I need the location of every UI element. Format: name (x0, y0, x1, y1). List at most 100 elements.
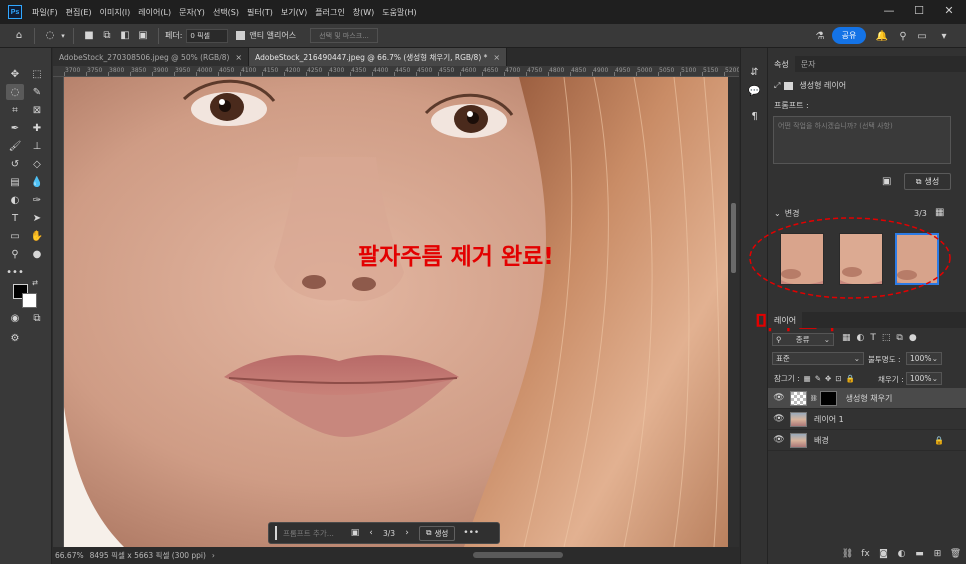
lasso-tool-icon[interactable]: ◌ (41, 27, 59, 45)
menu-window[interactable]: 창(W) (349, 7, 379, 18)
visibility-eye-icon[interactable]: 👁 (768, 435, 790, 445)
ruler-horizontal[interactable]: 3700 3750 3800 3850 3900 3950 4000 4050 4100 4150… (53, 66, 739, 77)
fill-input[interactable]: 100% ⌄ (906, 372, 942, 385)
minimize-icon[interactable]: — (874, 0, 904, 20)
new-layer-icon[interactable]: ⊞ (930, 547, 945, 562)
tab-document-2[interactable]: AdobeStock_216490447.jpeg @ 66.7% (생성형 채… (249, 48, 508, 66)
filter-pixel-icon[interactable]: ▦ (842, 333, 851, 343)
more-options-icon[interactable]: ••• (463, 525, 479, 541)
ellipse-tool-icon[interactable]: ● (28, 246, 46, 262)
delete-layer-icon[interactable]: 🗑 (948, 547, 963, 562)
lock-position-icon[interactable]: ✥ (825, 374, 831, 383)
swap-colors-icon[interactable]: ⇄ (30, 278, 40, 288)
visibility-eye-icon[interactable]: 👁 (768, 393, 790, 403)
blend-mode-select[interactable]: 표준 ⌄ (772, 352, 864, 365)
zoom-level[interactable]: 66.67% (55, 551, 84, 560)
lasso-tool-icon[interactable]: ◌ (6, 84, 24, 100)
dodge-tool-icon[interactable]: ◐ (6, 192, 24, 208)
shape-tool-icon[interactable]: ▭ (6, 228, 24, 244)
adjustments-icon[interactable]: ⇵ (746, 64, 763, 81)
blur-tool-icon[interactable]: 💧 (28, 174, 46, 190)
opacity-input[interactable]: 100% ⌄ (906, 352, 942, 365)
chevron-down-icon[interactable]: ▾ (936, 27, 952, 45)
filter-toggle-icon[interactable]: ● (909, 333, 917, 343)
edit-toolbar-icon[interactable]: ⚙ (6, 330, 24, 346)
gradient-tool-icon[interactable]: ▤ (6, 174, 24, 190)
share-button[interactable]: 공유 (832, 27, 866, 44)
filter-adjustment-icon[interactable]: ◐ (857, 333, 865, 343)
history-brush-tool-icon[interactable]: ↺ (6, 156, 24, 172)
menu-view[interactable]: 보기(V) (277, 7, 311, 18)
visibility-eye-icon[interactable]: 👁 (768, 414, 790, 424)
menu-select[interactable]: 선택(S) (209, 7, 243, 18)
healing-brush-tool-icon[interactable]: ✚ (28, 120, 46, 136)
tab-document-1[interactable]: AdobeStock_270308506.jpeg @ 50% (RGB/8) … (53, 48, 250, 66)
tab-properties[interactable]: 속성 (768, 56, 795, 72)
link-icon[interactable]: ⛓ (810, 395, 818, 402)
chevron-right-icon[interactable]: › (399, 525, 415, 541)
type-tool-icon[interactable]: T (6, 210, 24, 226)
quick-select-tool-icon[interactable]: ✎ (28, 84, 46, 100)
brush-tool-icon[interactable]: 🖌 (6, 138, 24, 154)
menu-image[interactable]: 이미지(I) (96, 7, 135, 18)
eyedropper-tool-icon[interactable]: ✒ (6, 120, 24, 136)
pen-tool-icon[interactable]: ✑ (28, 192, 46, 208)
horizontal-scroll-thumb[interactable] (473, 552, 563, 558)
chevron-right-icon[interactable]: › (212, 551, 215, 560)
select-and-mask-button[interactable]: 선택 및 마스크... (310, 28, 378, 43)
search-icon[interactable]: ⚲ (895, 27, 911, 45)
layer-row-background[interactable]: 👁 배경 🔒 (768, 430, 966, 451)
filter-shape-icon[interactable]: ⬚ (882, 333, 891, 343)
menu-layer[interactable]: 레이어(L) (134, 7, 175, 18)
chevron-left-icon[interactable]: ‹ (363, 525, 379, 541)
filter-smart-object-icon[interactable]: ⧉ (896, 333, 902, 343)
ruler-vertical[interactable] (53, 77, 64, 547)
subtract-selection-icon[interactable]: ◧ (116, 27, 134, 45)
feather-input[interactable]: 0 픽셀 (186, 28, 229, 43)
link-layers-icon[interactable]: ⛓ (840, 547, 855, 562)
tab-character[interactable]: 문자 (795, 56, 822, 72)
close-window-icon[interactable]: ✕ (934, 0, 964, 20)
intersect-selection-icon[interactable]: ▣ (134, 27, 152, 45)
add-selection-icon[interactable]: ⧉ (98, 27, 116, 45)
workspace-icon[interactable]: ▭ (914, 27, 930, 45)
prompt-textarea[interactable]: 어떤 작업을 하시겠습니까? (선택 사항) (773, 116, 951, 164)
close-icon[interactable]: × (235, 53, 242, 62)
menu-help[interactable]: 도움말(H) (378, 7, 420, 18)
layer-row-layer-1[interactable]: 👁 레이어 1 (768, 409, 966, 430)
new-group-icon[interactable]: ▬ (912, 547, 927, 562)
frame-tool-icon[interactable]: ⊠ (28, 102, 46, 118)
flask-icon[interactable]: ⚗ (812, 27, 828, 45)
marquee-tool-icon[interactable]: ⬚ (28, 66, 46, 82)
prompt-input[interactable]: 프롬프트 추가... (275, 526, 347, 540)
menu-filter[interactable]: 필터(T) (243, 7, 277, 18)
maximize-icon[interactable]: ☐ (904, 0, 934, 20)
lock-transparent-icon[interactable]: ▦ (804, 374, 811, 383)
tab-layers[interactable]: 레이어 (768, 312, 803, 328)
paragraph-icon[interactable]: ¶ (746, 108, 763, 125)
quick-mask-icon[interactable]: ◉ (6, 310, 24, 326)
filter-type-icon[interactable]: T (870, 333, 876, 343)
menu-file[interactable]: 파일(F) (28, 7, 62, 18)
generate-button[interactable]: ⧉ 생성 (419, 525, 456, 541)
stamp-tool-icon[interactable]: ⊥ (28, 138, 46, 154)
vertical-scrollbar[interactable] (728, 77, 739, 547)
lock-image-icon[interactable]: ✎ (815, 374, 821, 383)
gallery-icon[interactable]: ▣ (347, 525, 363, 541)
layer-style-icon[interactable]: fx (858, 547, 873, 562)
more-tools-icon[interactable]: ••• (6, 264, 24, 280)
hand-tool-icon[interactable]: ✋ (28, 228, 46, 244)
adjustment-layer-icon[interactable]: ◐ (894, 547, 909, 562)
layer-filter-select[interactable]: ⚲ 종류 ⌄ (772, 333, 834, 346)
menu-plugins[interactable]: 플러그인 (311, 7, 348, 18)
comments-icon[interactable]: 💬 (746, 83, 763, 100)
bell-icon[interactable]: 🔔 (874, 27, 890, 45)
eraser-tool-icon[interactable]: ◇ (28, 156, 46, 172)
menu-type[interactable]: 문자(Y) (175, 7, 209, 18)
scroll-thumb[interactable] (731, 203, 736, 273)
add-mask-icon[interactable]: ◙ (876, 547, 891, 562)
zoom-tool-icon[interactable]: ⚲ (6, 246, 24, 262)
path-select-tool-icon[interactable]: ➤ (28, 210, 46, 226)
menu-edit[interactable]: 편집(E) (62, 7, 96, 18)
lock-all-icon[interactable]: 🔒 (846, 374, 855, 383)
